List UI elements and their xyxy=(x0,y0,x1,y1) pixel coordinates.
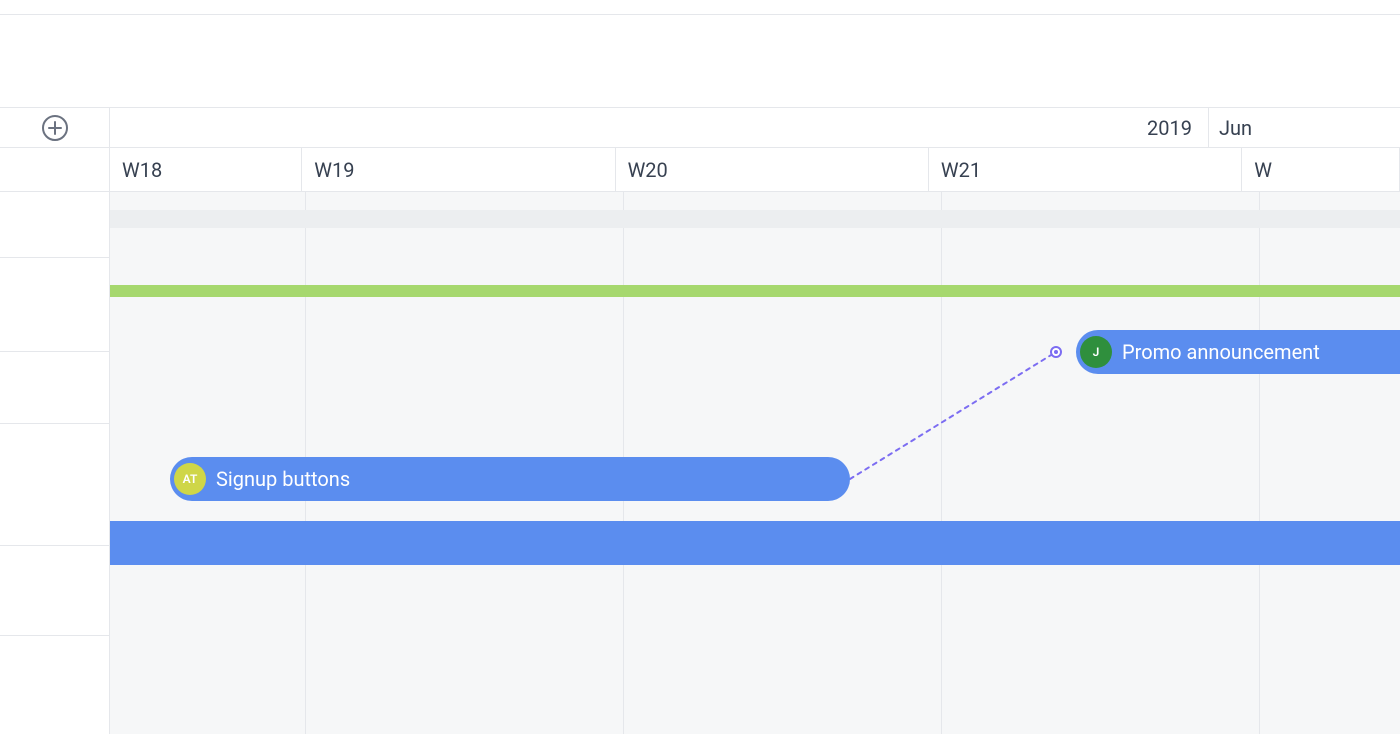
row-gutter xyxy=(0,108,110,734)
group-header-band xyxy=(110,210,1400,228)
phase-bar-green[interactable] xyxy=(110,285,1400,297)
year-label: 2019 xyxy=(1147,108,1202,148)
gutter-row[interactable] xyxy=(0,192,109,258)
timeline-body[interactable]: J Promo announcement AT Signup buttons xyxy=(110,192,1400,734)
timeline: 2019 Jun W18 W19 W20 W21 W J Promo announcem… xyxy=(0,107,1400,734)
week-header-w21[interactable]: W21 xyxy=(929,148,1242,191)
month-label: Jun xyxy=(1219,116,1252,140)
task-bar-unnamed[interactable] xyxy=(110,521,1400,565)
add-row-button[interactable] xyxy=(42,115,68,141)
timeline-grid[interactable]: 2019 Jun W18 W19 W20 W21 W J Promo announcem… xyxy=(110,108,1400,734)
gutter-row[interactable] xyxy=(0,258,109,352)
week-header-w18[interactable]: W18 xyxy=(110,148,302,191)
dependency-connector xyxy=(846,348,1060,483)
week-label: W21 xyxy=(941,158,981,182)
task-bar-promo-announcement[interactable]: J Promo announcement xyxy=(1076,330,1400,374)
gutter-row[interactable] xyxy=(0,424,109,546)
week-label: W18 xyxy=(122,158,162,182)
assignee-avatar-j: J xyxy=(1080,336,1112,368)
gutter-rows xyxy=(0,192,109,734)
avatar-initials: AT xyxy=(183,472,198,486)
gutter-row[interactable] xyxy=(0,636,109,734)
gutter-row[interactable] xyxy=(0,546,109,636)
task-bar-signup-buttons[interactable]: AT Signup buttons xyxy=(170,457,850,501)
avatar-initials: J xyxy=(1093,345,1100,359)
week-label: W19 xyxy=(314,158,354,182)
week-header-w[interactable]: W xyxy=(1242,148,1400,191)
task-label: Signup buttons xyxy=(216,467,350,491)
window-top-border xyxy=(0,0,1400,15)
gutter-week-spacer xyxy=(0,148,109,192)
plus-icon xyxy=(48,121,62,135)
week-header-w19[interactable]: W19 xyxy=(302,148,615,191)
week-label: W xyxy=(1254,158,1272,182)
week-header-w20[interactable]: W20 xyxy=(616,148,929,191)
timeline-header-year-month: 2019 Jun xyxy=(110,108,1400,148)
toolbar-blank-area xyxy=(0,15,1400,107)
task-label: Promo announcement xyxy=(1122,340,1320,364)
assignee-avatar-at: AT xyxy=(174,463,206,495)
timeline-header-weeks: W18 W19 W20 W21 W xyxy=(110,148,1400,192)
dependency-endpoint-icon xyxy=(1050,346,1062,358)
gutter-row[interactable] xyxy=(0,352,109,424)
gutter-header xyxy=(0,108,109,148)
month-cell-jun[interactable]: Jun xyxy=(1208,108,1400,148)
week-label: W20 xyxy=(628,158,668,182)
